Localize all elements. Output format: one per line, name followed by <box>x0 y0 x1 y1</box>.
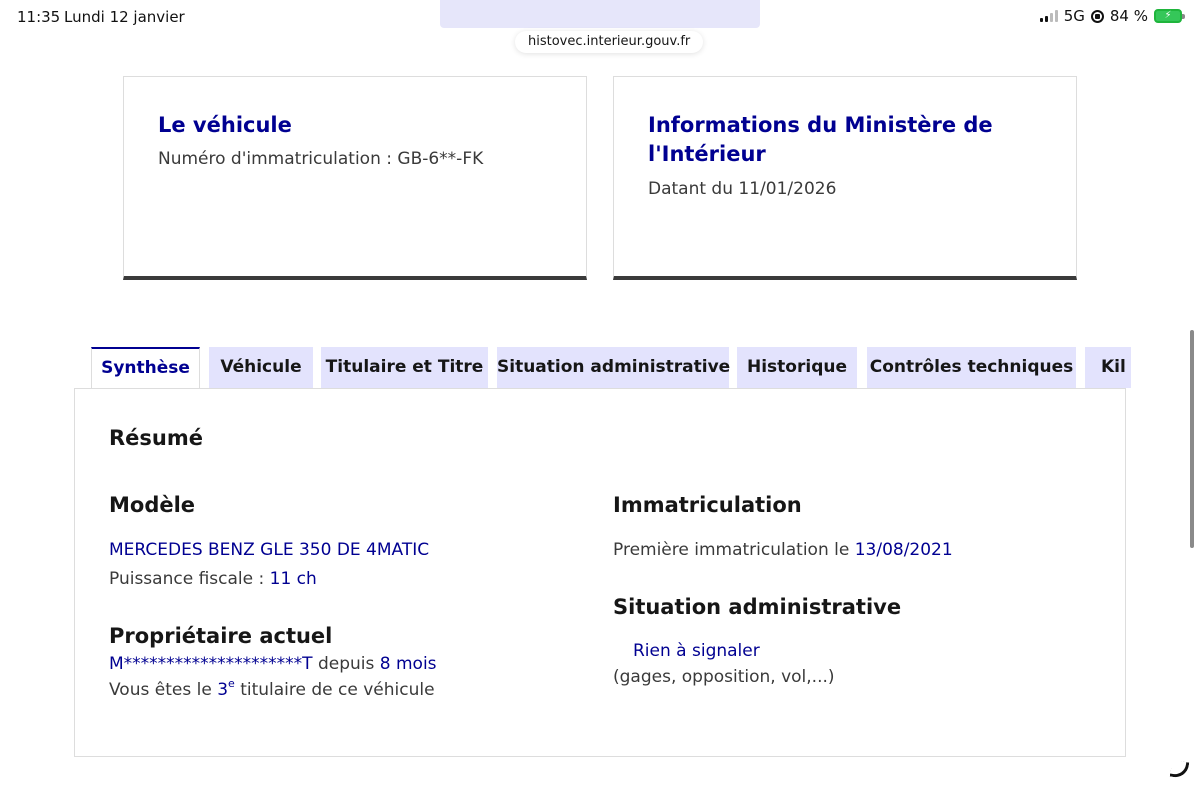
vehicle-card-title[interactable]: Le véhicule <box>158 111 546 140</box>
tab-synthese[interactable]: Synthèse <box>91 347 200 388</box>
tab-situation-administrative[interactable]: Situation administrative <box>497 347 730 388</box>
rotation-lock-icon <box>1090 9 1104 23</box>
url-bar[interactable]: histovec.interieur.gouv.fr <box>515 31 704 53</box>
first-registration: Première immatriculation le 13/08/2021 <box>613 540 953 560</box>
battery-percent: 84 % <box>1109 7 1148 25</box>
tab-kilometrage[interactable]: Kil <box>1085 347 1131 388</box>
synthese-panel: Résumé Modèle MERCEDES BENZ GLE 350 DE 4… <box>74 388 1126 757</box>
admin-heading: Situation administrative <box>613 595 902 619</box>
tab-vehicule[interactable]: Véhicule <box>209 347 313 388</box>
vehicle-card: Le véhicule Numéro d'immatriculation : G… <box>123 76 587 280</box>
battery-charging-icon: ⚡ <box>1154 9 1185 23</box>
owner-since-value: 8 mois <box>379 654 437 674</box>
tab-list: Synthèse Véhicule Titulaire et Titre Sit… <box>91 347 1131 388</box>
fiscal-power: Puissance fiscale : 11 ch <box>109 569 317 589</box>
first-registration-label: Première immatriculation le <box>613 540 855 560</box>
network-label: 5G <box>1063 7 1085 25</box>
fiscal-power-value: 11 ch <box>269 569 317 589</box>
status-date: Lundi 12 janvier <box>64 8 185 26</box>
top-button[interactable] <box>440 0 760 28</box>
owner-rank: Vous êtes le 3e titulaire de ce véhicule <box>109 677 435 700</box>
summary-title: Résumé <box>109 426 203 450</box>
owner-rank-suffix: e <box>228 677 235 690</box>
tab-titulaire[interactable]: Titulaire et Titre <box>321 347 488 388</box>
registration-heading: Immatriculation <box>613 493 802 517</box>
status-time: 11:35 <box>17 8 61 26</box>
model-name: MERCEDES BENZ GLE 350 DE 4MATIC <box>109 540 430 560</box>
owner-since-label: depuis <box>312 654 380 674</box>
model-heading: Modèle <box>109 493 196 517</box>
fiscal-power-label: Puissance fiscale : <box>109 569 270 589</box>
owner-rank-number: 3 <box>217 680 229 700</box>
owner-line: M*********************T depuis 8 mois <box>109 654 437 674</box>
first-registration-date: 13/08/2021 <box>854 540 953 560</box>
signal-icon <box>1039 10 1058 22</box>
owner-heading: Propriétaire actuel <box>109 624 333 648</box>
plate-number-text: Numéro d'immatriculation : GB-6**-FK <box>158 149 484 169</box>
admin-status: Rien à signaler <box>633 641 760 661</box>
window-corner-icon <box>1169 759 1190 780</box>
scrollbar[interactable] <box>1190 330 1194 548</box>
status-indicators: 5G 84 % ⚡ <box>1039 7 1185 25</box>
ministry-date-text: Datant du 11/01/2026 <box>648 179 837 199</box>
ministry-card: Informations du Ministère de l'Intérieur… <box>613 76 1077 280</box>
owner-rank-prefix: Vous êtes le <box>109 680 218 700</box>
tab-historique[interactable]: Historique <box>737 347 857 388</box>
owner-rank-rest: titulaire de ce véhicule <box>234 680 435 700</box>
ministry-card-title[interactable]: Informations du Ministère de l'Intérieur <box>648 111 1036 169</box>
tab-controles-techniques[interactable]: Contrôles techniques <box>867 347 1076 388</box>
owner-name: M*********************T <box>109 654 313 674</box>
admin-details: (gages, opposition, vol,...) <box>613 667 835 687</box>
